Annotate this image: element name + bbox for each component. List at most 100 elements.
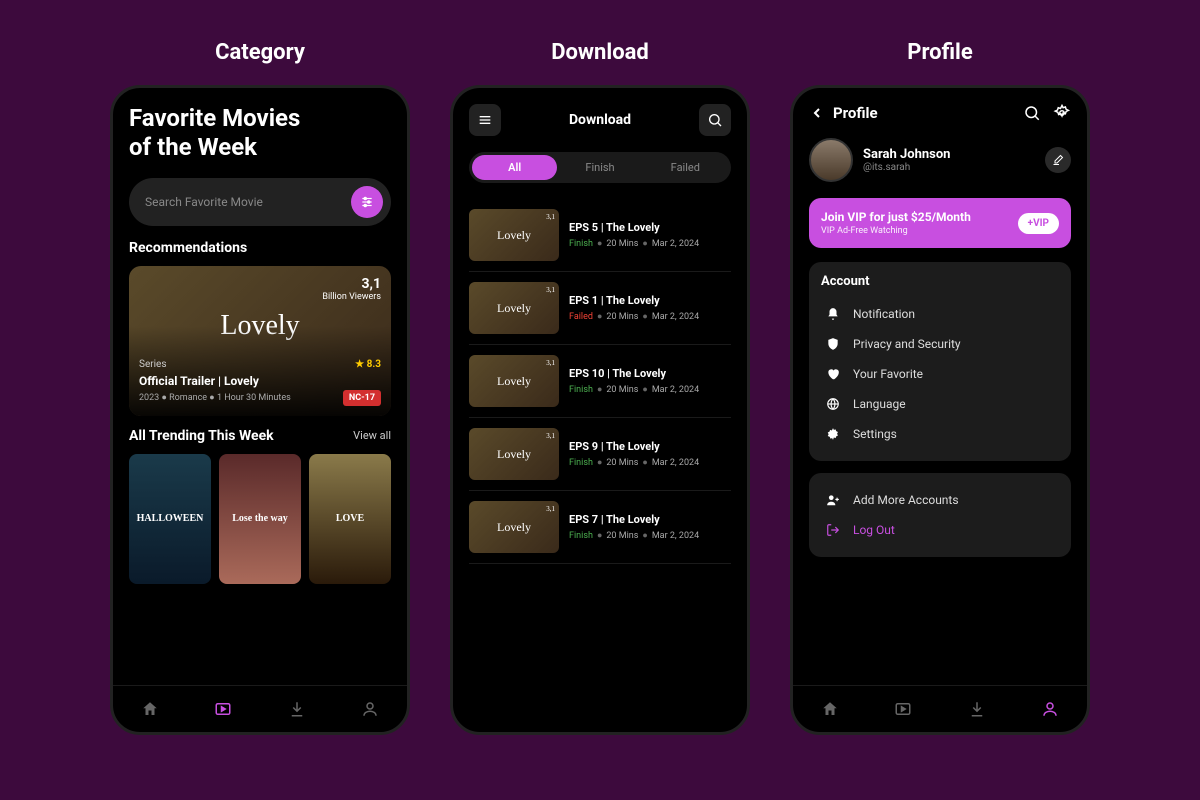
download-thumb: Lovely — [469, 355, 559, 407]
download-date: Mar 2, 2024 — [652, 312, 699, 322]
search-button[interactable] — [1023, 104, 1041, 122]
shield-icon — [825, 337, 841, 351]
chevron-left-icon — [809, 105, 825, 121]
gear-icon — [825, 427, 841, 441]
download-thumb: Lovely — [469, 428, 559, 480]
search-bar[interactable]: Search Favorite Movie — [129, 178, 391, 226]
download-thumb: Lovely — [469, 501, 559, 553]
download-item[interactable]: Lovely EPS 5 | The Lovely Finish ● 20 Mi… — [469, 199, 731, 272]
download-title: Download — [569, 112, 631, 128]
screen-label-profile: Profile — [907, 40, 972, 65]
episode-title: EPS 9 | The Lovely — [569, 440, 731, 453]
vip-title: Join VIP for just $25/Month — [821, 210, 971, 224]
category-screen: Favorite Moviesof the Week Search Favori… — [110, 85, 410, 735]
back-button[interactable] — [809, 105, 825, 121]
recommendations-heading: Recommendations — [129, 240, 391, 256]
edit-icon — [1052, 154, 1064, 166]
globe-icon — [825, 397, 841, 411]
filter-button[interactable] — [351, 186, 383, 218]
recommendation-card[interactable]: Lovely 3,1 Billion Viewers Series ★ 8.3 … — [129, 266, 391, 416]
profile-icon[interactable] — [361, 700, 379, 718]
poster-card[interactable]: LOVE — [309, 454, 391, 584]
menu-add-account[interactable]: Add More Accounts — [821, 485, 1059, 515]
bottom-nav — [793, 685, 1087, 732]
rating: ★ 8.3 — [355, 359, 381, 370]
tab-finish[interactable]: Finish — [557, 155, 642, 180]
bottom-nav — [113, 685, 407, 732]
menu-privacy[interactable]: Privacy and Security — [821, 329, 1059, 359]
series-label: Series — [139, 359, 167, 370]
download-date: Mar 2, 2024 — [652, 239, 699, 249]
video-icon[interactable] — [894, 700, 912, 718]
download-duration: 20 Mins — [606, 239, 638, 249]
download-item[interactable]: Lovely EPS 10 | The Lovely Finish ● 20 M… — [469, 345, 731, 418]
download-duration: 20 Mins — [606, 458, 638, 468]
menu-language[interactable]: Language — [821, 389, 1059, 419]
download-status: Finish — [569, 458, 593, 468]
card-info: 2023 ● Romance ● 1 Hour 30 Minutes — [139, 392, 291, 403]
menu-notification[interactable]: Notification — [821, 299, 1059, 329]
menu-icon — [477, 112, 493, 128]
download-duration: 20 Mins — [606, 531, 638, 541]
search-icon — [707, 112, 723, 128]
search-placeholder: Search Favorite Movie — [145, 195, 351, 209]
menu-settings[interactable]: Settings — [821, 419, 1059, 449]
download-item[interactable]: Lovely EPS 7 | The Lovely Finish ● 20 Mi… — [469, 491, 731, 564]
poster-card[interactable]: Lose the way — [219, 454, 301, 584]
profile-title: Profile — [833, 104, 1015, 122]
home-icon[interactable] — [821, 700, 839, 718]
account-section: Account Notification Privacy and Securit… — [809, 262, 1071, 461]
search-button[interactable] — [699, 104, 731, 136]
vip-card[interactable]: Join VIP for just $25/Month VIP Ad-Free … — [809, 198, 1071, 248]
download-thumb: Lovely — [469, 209, 559, 261]
download-date: Mar 2, 2024 — [652, 458, 699, 468]
bell-icon — [825, 307, 841, 321]
download-status: Finish — [569, 385, 593, 395]
episode-title: EPS 10 | The Lovely — [569, 367, 731, 380]
filter-tabs: All Finish Failed — [469, 152, 731, 183]
download-screen: Download All Finish Failed Lovely EPS 5 … — [450, 85, 750, 735]
account-actions-section: Add More Accounts Log Out — [809, 473, 1071, 557]
download-status: Finish — [569, 531, 593, 541]
menu-button[interactable] — [469, 104, 501, 136]
menu-logout[interactable]: Log Out — [821, 515, 1059, 545]
download-icon[interactable] — [968, 700, 986, 718]
edit-button[interactable] — [1045, 147, 1071, 173]
logout-icon — [825, 523, 841, 537]
profile-icon[interactable] — [1041, 700, 1059, 718]
download-date: Mar 2, 2024 — [652, 531, 699, 541]
search-icon — [1023, 104, 1041, 122]
video-icon[interactable] — [214, 700, 232, 718]
account-heading: Account — [821, 274, 1059, 289]
user-name: Sarah Johnson — [863, 147, 1035, 162]
menu-favorite[interactable]: Your Favorite — [821, 359, 1059, 389]
gear-icon — [1053, 104, 1071, 122]
tab-failed[interactable]: Failed — [643, 155, 728, 180]
episode-title: EPS 1 | The Lovely — [569, 294, 731, 307]
avatar[interactable] — [809, 138, 853, 182]
vip-button[interactable]: +VIP — [1018, 213, 1059, 234]
heart-icon — [825, 367, 841, 381]
screen-label-download: Download — [551, 40, 649, 65]
episode-title: EPS 7 | The Lovely — [569, 513, 731, 526]
settings-button[interactable] — [1053, 104, 1071, 122]
add-user-icon — [825, 493, 841, 507]
download-icon[interactable] — [288, 700, 306, 718]
rating-badge: NC-17 — [343, 390, 381, 406]
user-handle: @its.sarah — [863, 162, 1035, 173]
trending-list: HALLOWEEN Lose the way LOVE — [129, 454, 391, 584]
download-item[interactable]: Lovely EPS 1 | The Lovely Failed ● 20 Mi… — [469, 272, 731, 345]
download-item[interactable]: Lovely EPS 9 | The Lovely Finish ● 20 Mi… — [469, 418, 731, 491]
download-duration: 20 Mins — [606, 312, 638, 322]
download-thumb: Lovely — [469, 282, 559, 334]
download-status: Finish — [569, 239, 593, 249]
card-subtitle: Official Trailer | Lovely — [139, 374, 381, 388]
page-title: Favorite Moviesof the Week — [129, 104, 391, 162]
vip-subtitle: VIP Ad-Free Watching — [821, 226, 971, 236]
view-all-link[interactable]: View all — [353, 429, 391, 442]
download-list: Lovely EPS 5 | The Lovely Finish ● 20 Mi… — [469, 199, 731, 564]
poster-card[interactable]: HALLOWEEN — [129, 454, 211, 584]
tab-all[interactable]: All — [472, 155, 557, 180]
download-status: Failed — [569, 312, 593, 322]
home-icon[interactable] — [141, 700, 159, 718]
